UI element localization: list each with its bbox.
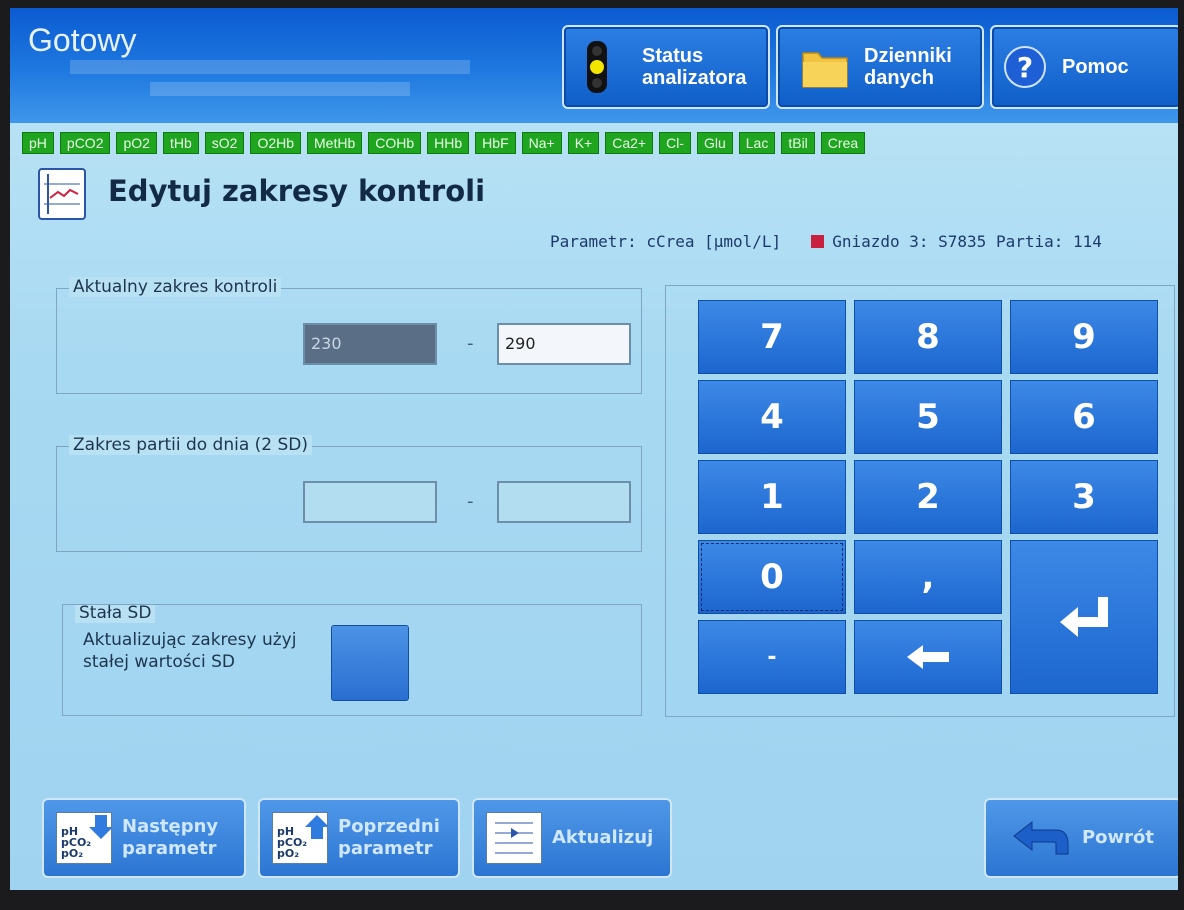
key-1[interactable]: 1 <box>698 460 846 534</box>
folder-icon <box>800 39 850 95</box>
param-chip[interactable]: tHb <box>162 132 199 154</box>
svg-text:pO₂: pO₂ <box>61 847 83 860</box>
analyzer-state-text: Gotowy <box>28 22 137 58</box>
header-decoration <box>70 60 470 74</box>
key-enter[interactable] <box>1010 540 1158 694</box>
slot-marker-icon <box>811 235 825 248</box>
header-bar: Gotowy Status analizatora Dzienniki dany… <box>10 8 1178 123</box>
param-chip[interactable]: Glu <box>696 132 733 154</box>
param-chip[interactable]: tBil <box>781 132 815 154</box>
fixed-sd-label: Stała SD <box>75 605 156 623</box>
update-label: Aktualizuj <box>552 827 654 848</box>
current-range-low-field[interactable]: 230 <box>303 323 437 365</box>
lot-range-high-field <box>497 481 631 523</box>
key-4[interactable]: 4 <box>698 380 846 454</box>
key-minus[interactable]: - <box>698 620 846 694</box>
key-3[interactable]: 3 <box>1010 460 1158 534</box>
parameter-bar: pH pCO2 pO2 tHb sO2 O2Hb MetHb COHb HHb … <box>10 132 866 154</box>
back-button[interactable]: Powrót <box>984 798 1178 878</box>
previous-parameter-label: Poprzedni parametr <box>338 816 440 859</box>
next-parameter-button[interactable]: pH pCO₂ pO₂ Następny parametr <box>42 798 246 878</box>
back-label: Powrót <box>1081 827 1155 848</box>
previous-parameter-button[interactable]: pH pCO₂ pO₂ Poprzedni parametr <box>258 798 460 878</box>
param-chip[interactable]: sO2 <box>204 132 245 154</box>
help-icon: ? <box>1002 39 1048 95</box>
param-chip[interactable]: Lac <box>738 132 776 154</box>
next-parameter-label: Następny parametr <box>122 816 219 859</box>
param-chip[interactable]: O2Hb <box>250 132 302 154</box>
lot-range-group: Zakres partii do dnia (2 SD) - <box>56 435 642 552</box>
key-0[interactable]: 0 <box>698 540 846 614</box>
fixed-sd-group: Stała SD Aktualizując zakresy użyj stałe… <box>62 604 642 716</box>
enter-arrow-icon <box>1060 597 1108 637</box>
slot-label: Gniazdo 3: S7835 Partia: 114 <box>832 232 1102 251</box>
param-chip[interactable]: pH <box>22 132 54 154</box>
header-decoration <box>150 82 410 96</box>
key-comma[interactable]: , <box>854 540 1002 614</box>
data-logs-label: Dzienniki danych <box>864 45 952 89</box>
key-backspace[interactable] <box>854 620 1002 694</box>
param-chip[interactable]: COHb <box>368 132 422 154</box>
current-range-label: Aktualny zakres kontroli <box>69 277 282 297</box>
param-chip[interactable]: Cl- <box>659 132 691 154</box>
param-chip[interactable]: Na+ <box>521 132 562 154</box>
key-8[interactable]: 8 <box>854 300 1002 374</box>
analyzer-status-label: Status analizatora <box>642 45 747 89</box>
key-7[interactable]: 7 <box>698 300 846 374</box>
parameter-info: Parametr: cCrea [µmol/L] Gniazdo 3: S7835… <box>550 232 1102 251</box>
parameter-label: Parametr: cCrea [µmol/L] <box>550 232 782 251</box>
key-2[interactable]: 2 <box>854 460 1002 534</box>
key-9[interactable]: 9 <box>1010 300 1158 374</box>
param-chip[interactable]: pO2 <box>116 132 157 154</box>
help-label: Pomoc <box>1062 56 1129 78</box>
backspace-arrow-icon <box>907 645 949 669</box>
range-dash: - <box>467 491 474 512</box>
param-chip[interactable]: HbF <box>475 132 516 154</box>
previous-parameter-icon: pH pCO₂ pO₂ <box>272 812 329 864</box>
param-chip[interactable]: K+ <box>567 132 600 154</box>
control-ranges-icon <box>38 168 86 220</box>
key-6[interactable]: 6 <box>1010 380 1158 454</box>
current-range-high-field[interactable]: 290 <box>497 323 631 365</box>
param-chip[interactable]: Ca2+ <box>605 132 654 154</box>
analyzer-status-button[interactable]: Status analizatora <box>562 25 770 109</box>
help-button[interactable]: ? Pomoc <box>990 25 1178 109</box>
lot-range-label: Zakres partii do dnia (2 SD) <box>69 435 313 455</box>
param-chip[interactable]: Crea <box>820 132 866 154</box>
lot-range-low-field <box>303 481 437 523</box>
next-parameter-icon: pH pCO₂ pO₂ <box>56 812 113 864</box>
data-logs-button[interactable]: Dzienniki danych <box>776 25 984 109</box>
current-range-group: Aktualny zakres kontroli 230 - 290 <box>56 277 642 394</box>
update-ranges-icon <box>486 812 542 864</box>
svg-text:?: ? <box>1017 51 1033 84</box>
traffic-light-icon <box>582 39 612 95</box>
param-chip[interactable]: pCO2 <box>59 132 111 154</box>
screen: Gotowy Status analizatora Dzienniki dany… <box>10 8 1178 890</box>
param-chip[interactable]: MetHb <box>307 132 363 154</box>
fixed-sd-toggle[interactable] <box>331 625 409 701</box>
svg-text:pO₂: pO₂ <box>277 847 299 860</box>
update-button[interactable]: Aktualizuj <box>472 798 672 878</box>
numeric-keypad: 7 8 9 4 5 6 1 2 3 0 , - <box>665 285 1175 717</box>
param-chip[interactable]: HHb <box>427 132 470 154</box>
back-arrow-icon <box>1013 820 1069 855</box>
key-5[interactable]: 5 <box>854 380 1002 454</box>
page-title: Edytuj zakresy kontroli <box>108 174 486 208</box>
fixed-sd-description: Aktualizując zakresy użyj stałej wartośc… <box>83 630 297 672</box>
range-dash: - <box>467 333 474 354</box>
